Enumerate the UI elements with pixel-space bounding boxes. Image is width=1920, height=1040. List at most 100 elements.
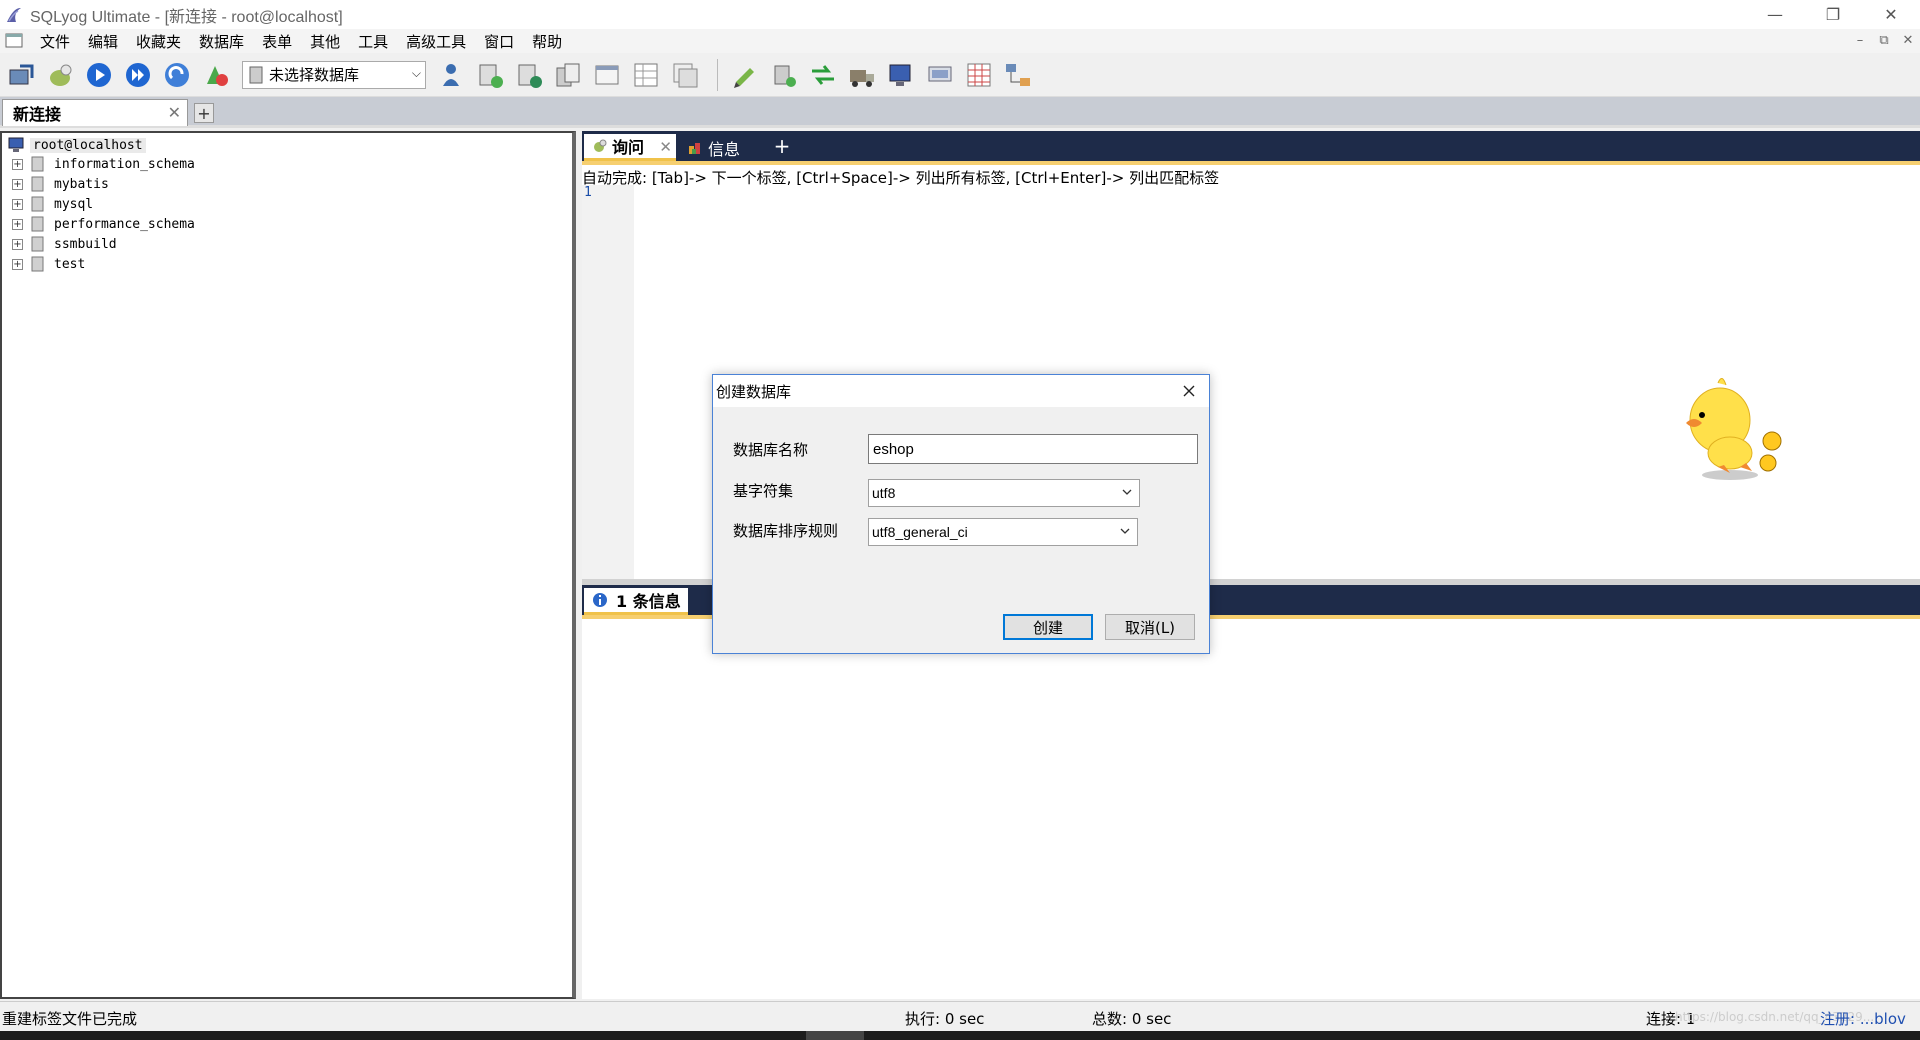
db-copy-icon (556, 63, 580, 86)
refresh-icon (165, 62, 189, 87)
menu-advanced-tools[interactable]: 高级工具 (398, 31, 474, 52)
autocomplete-hint: 自动完成: [Tab]-> 下一个标签, [Ctrl+Space]-> 列出所有… (582, 169, 1220, 187)
connection-tab[interactable]: 新连接 ✕ (2, 99, 188, 126)
cancel-button[interactable]: 取消(L) (1105, 614, 1195, 640)
chevron-down-icon (1120, 528, 1130, 534)
create-database-dialog: 创建数据库 数据库名称 基字符集 utf8 数据库排序规则 utf8_gener… (712, 374, 1210, 654)
taskbar-item[interactable] (806, 1031, 864, 1040)
execute-query-button[interactable] (82, 58, 116, 92)
tab-messages[interactable]: 1 条信息 (584, 588, 688, 615)
title-bar: SQLyog Ultimate - [新连接 - root@localhost]… (0, 0, 1920, 29)
close-icon[interactable] (1179, 381, 1199, 401)
import-button[interactable] (845, 58, 879, 92)
database-selector[interactable]: 未选择数据库 ⌵ (242, 60, 426, 89)
add-connection-button[interactable]: + (194, 103, 214, 123)
tree-item-database[interactable]: + performance_schema (12, 215, 195, 233)
expand-icon[interactable]: + (12, 178, 23, 190)
menu-window[interactable]: 窗口 (476, 31, 522, 52)
tree-item-label: performance_schema (54, 216, 195, 232)
info-icon (593, 593, 607, 607)
new-query-icon (50, 64, 72, 86)
close-icon[interactable]: ✕ (659, 138, 672, 156)
menu-favorites[interactable]: 收藏夹 (128, 31, 189, 52)
database-selector-value: 未选择数据库 (269, 66, 360, 84)
table-compare-button[interactable] (668, 58, 702, 92)
schema-icon (207, 65, 228, 86)
schema-sync-button[interactable] (767, 58, 801, 92)
taskbar (0, 1031, 1920, 1040)
tab-info[interactable]: 信息 (680, 134, 766, 161)
fast-forward-icon (126, 62, 150, 87)
document-window-icon[interactable] (4, 32, 26, 50)
tab-query[interactable]: 询问 ✕ (584, 134, 676, 161)
mdi-close-button[interactable]: ✕ (1896, 29, 1920, 51)
expand-icon[interactable]: + (12, 198, 23, 210)
expand-icon[interactable]: + (12, 258, 23, 270)
charset-select[interactable]: utf8 (868, 479, 1140, 507)
migration-button[interactable] (884, 58, 918, 92)
execute-all-button[interactable] (121, 58, 155, 92)
refresh-button[interactable] (160, 58, 194, 92)
register-link[interactable]: 注册: ...blov (1820, 1008, 1906, 1029)
create-button[interactable]: 创建 (1003, 614, 1093, 640)
edit-button[interactable] (728, 58, 762, 92)
close-window-button[interactable]: ✕ (1862, 0, 1920, 29)
expand-icon[interactable]: + (12, 238, 23, 250)
status-bar: 重建标签文件已完成 执行: 0 sec 总数: 0 sec 连接: 1 http… (0, 1001, 1920, 1031)
tree-item-database[interactable]: + ssmbuild (12, 235, 117, 253)
menu-other[interactable]: 其他 (302, 31, 348, 52)
tree-item-database[interactable]: + mysql (12, 195, 93, 213)
menu-file[interactable]: 文件 (32, 31, 78, 52)
new-query-button[interactable] (43, 58, 77, 92)
db-name-input[interactable] (868, 434, 1198, 464)
mdi-minimize-button[interactable]: – (1848, 29, 1872, 51)
mdi-restore-button[interactable]: ⧉ (1872, 29, 1896, 51)
table-schema-button[interactable] (629, 58, 663, 92)
connection-tab-label: 新连接 (13, 105, 62, 124)
restore-button[interactable]: ❐ (1804, 0, 1862, 29)
status-total-time: 总数: 0 sec (1092, 1010, 1172, 1028)
database-icon (249, 66, 263, 83)
restore-db-button[interactable] (512, 58, 546, 92)
truck-icon (850, 69, 874, 87)
backup-button[interactable] (473, 58, 507, 92)
minimize-button[interactable]: — (1746, 0, 1804, 29)
line-number-gutter: 1 (582, 185, 634, 579)
toolbar: 未选择数据库 ⌵ (0, 53, 1920, 97)
query-builder-button[interactable] (923, 58, 957, 92)
relationship-button[interactable] (1001, 58, 1035, 92)
window-title: SQLyog Ultimate - [新连接 - root@localhost] (30, 8, 343, 26)
toolbar-separator (717, 58, 718, 91)
tree-item-database[interactable]: + test (12, 255, 85, 273)
user-manager-button[interactable] (434, 58, 468, 92)
db-sync-icon (774, 65, 796, 87)
table-icon (595, 65, 619, 84)
tree-item-database[interactable]: + mybatis (12, 175, 109, 193)
expand-icon[interactable]: + (12, 218, 23, 230)
tree-root-label: root@localhost (30, 137, 146, 153)
menu-database[interactable]: 数据库 (191, 31, 252, 52)
connection-icon (9, 64, 34, 84)
info-chart-icon (689, 142, 700, 154)
schema-designer-button[interactable] (962, 58, 996, 92)
copy-db-button[interactable] (551, 58, 585, 92)
tree-item-database[interactable]: + information_schema (12, 155, 195, 173)
expand-icon[interactable]: + (12, 158, 23, 170)
close-icon[interactable]: ✕ (168, 103, 181, 122)
add-query-tab-button[interactable]: + (772, 136, 792, 157)
menu-help[interactable]: 帮助 (524, 31, 570, 52)
stop-button[interactable] (199, 58, 233, 92)
tree-item-label: ssmbuild (54, 236, 117, 252)
tree-item-label: information_schema (54, 156, 195, 172)
query-icon (594, 139, 607, 152)
table-data-button[interactable] (590, 58, 624, 92)
collation-select[interactable]: utf8_general_ci (868, 518, 1138, 546)
menu-tools[interactable]: 工具 (350, 31, 396, 52)
new-connection-button[interactable] (4, 58, 38, 92)
tree-root[interactable]: root@localhost (8, 137, 146, 153)
play-icon (87, 62, 111, 87)
menu-edit[interactable]: 编辑 (80, 31, 126, 52)
menu-table[interactable]: 表单 (254, 31, 300, 52)
db-restore-icon (518, 64, 542, 88)
data-sync-button[interactable] (806, 58, 840, 92)
